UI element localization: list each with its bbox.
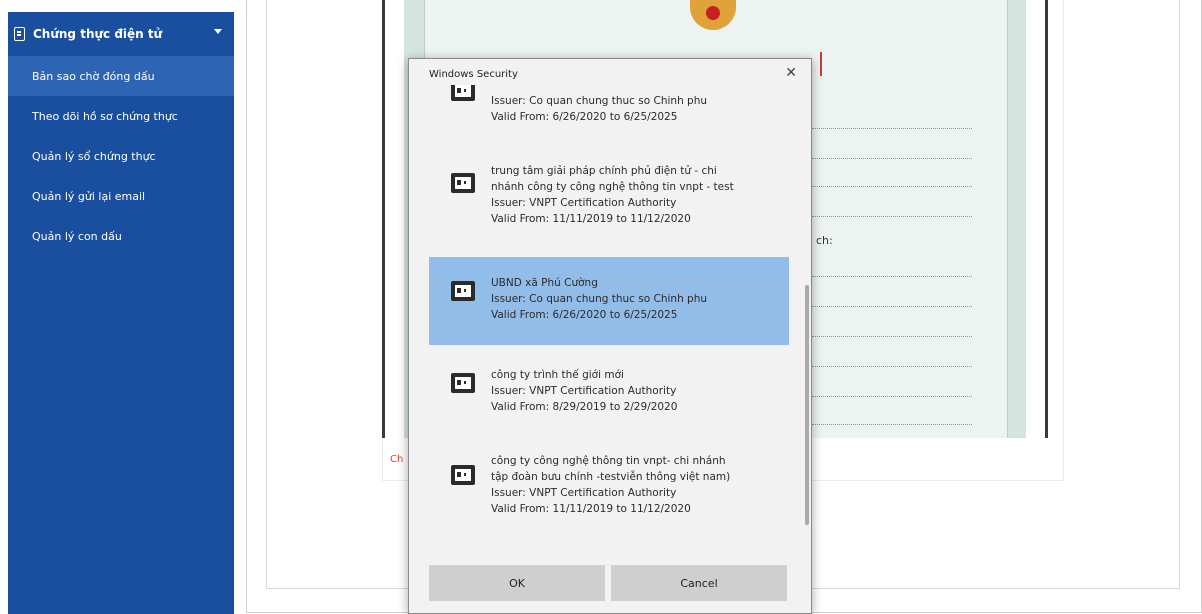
certificate-item[interactable]: Issuer: Co quan chung thuc so Chinh phu … xyxy=(429,85,789,141)
dotted-line xyxy=(812,396,972,397)
certificate-details: công ty công nghệ thông tin vnpt- chi nh… xyxy=(491,453,730,517)
certificate-icon xyxy=(451,281,475,301)
certificate-icon xyxy=(451,173,475,193)
emblem-star xyxy=(706,6,720,20)
certificate-validity: Valid From: 11/11/2019 to 11/12/2020 xyxy=(491,213,691,225)
dotted-line xyxy=(812,216,972,217)
sidebar-item-certification-book[interactable]: Quản lý sổ chứng thực xyxy=(8,136,234,176)
certificate-details: công ty trình thế giới mới Issuer: VNPT … xyxy=(491,367,677,415)
sidebar-section-label: Chứng thực điện tử xyxy=(33,27,163,41)
certificate-subject: công ty trình thế giới mới xyxy=(491,369,624,381)
dotted-line xyxy=(812,366,972,367)
dotted-line xyxy=(812,336,972,337)
dialog-button-row: OK Cancel xyxy=(429,565,791,601)
sidebar-item-label: Theo dõi hồ sơ chứng thực xyxy=(32,109,178,123)
certificate-icon xyxy=(451,373,475,393)
certificate-subject: công ty công nghệ thông tin vnpt- chi nh… xyxy=(491,455,726,467)
certificate-subject: nhánh công ty công nghệ thông tin vnpt -… xyxy=(491,181,734,193)
certificate-heading-mark xyxy=(812,52,822,76)
ok-button[interactable]: OK xyxy=(429,565,605,601)
certificate-issuer: Issuer: Co quan chung thuc so Chinh phu xyxy=(491,293,708,305)
dotted-line xyxy=(812,128,972,129)
sidebar-item-label: Quản lý sổ chứng thực xyxy=(32,149,156,163)
dotted-line xyxy=(812,186,972,187)
certificate-item[interactable]: trung tâm giải pháp chính phủ điện tử - … xyxy=(429,141,789,245)
certificate-subject: trung tâm giải pháp chính phủ điện tử - … xyxy=(491,165,717,177)
certificate-issuer: Issuer: VNPT Certification Authority xyxy=(491,385,677,397)
sidebar-item-label: Quản lý gửi lại email xyxy=(32,189,146,203)
certificate-subject: tập đoàn bưu chính -testviễn thông việt … xyxy=(491,471,731,483)
dotted-line xyxy=(812,424,972,425)
chevron-down-icon xyxy=(214,29,222,34)
sidebar-item-label: Bản sao chờ đóng dấu xyxy=(32,69,155,83)
certificate-details: UBND xã Phú Cường Issuer: Co quan chung … xyxy=(491,275,707,323)
certificate-list: Issuer: Co quan chung thuc so Chinh phu … xyxy=(429,85,791,551)
dotted-line xyxy=(812,276,972,277)
cancel-button[interactable]: Cancel xyxy=(611,565,787,601)
certificate-item[interactable]: công ty trình thế giới mới Issuer: VNPT … xyxy=(429,353,789,433)
certificate-details: trung tâm giải pháp chính phủ điện tử - … xyxy=(491,163,734,227)
sidebar-item-resend-email[interactable]: Quản lý gửi lại email xyxy=(8,176,234,216)
certificate-item[interactable]: công ty công nghệ thông tin vnpt- chi nh… xyxy=(429,441,789,545)
sidebar-item-track-records[interactable]: Theo dõi hồ sơ chứng thực xyxy=(8,96,234,136)
certificate-issuer: Issuer: Co quan chung thuc so Chinh phu xyxy=(491,95,708,107)
document-icon xyxy=(14,27,25,41)
dotted-line xyxy=(812,158,972,159)
windows-security-dialog: Windows Security ✕ Issuer: Co quan chung… xyxy=(408,58,812,614)
certificate-issuer: Issuer: VNPT Certification Authority xyxy=(491,197,677,209)
partial-label: Ch xyxy=(390,454,404,465)
certificate-item-selected[interactable]: UBND xã Phú Cường Issuer: Co quan chung … xyxy=(429,257,789,345)
sidebar: Chứng thực điện tử Bản sao chờ đóng dấu … xyxy=(8,12,234,614)
certificate-icon xyxy=(451,85,475,101)
dialog-title: Windows Security xyxy=(429,69,518,80)
certificate-validity: Valid From: 6/26/2020 to 6/25/2025 xyxy=(491,309,678,321)
certificate-validity: Valid From: 11/11/2019 to 11/12/2020 xyxy=(491,503,691,515)
certificate-issuer: Issuer: VNPT Certification Authority xyxy=(491,487,677,499)
certificate-subject: UBND xã Phú Cường xyxy=(491,277,598,289)
certificate-details: Issuer: Co quan chung thuc so Chinh phu … xyxy=(491,93,707,125)
sidebar-item-seal-management[interactable]: Quản lý con dấu xyxy=(8,216,234,256)
sidebar-item-label: Quản lý con dấu xyxy=(32,229,122,243)
list-scrollbar[interactable] xyxy=(805,285,809,525)
certificate-field-fragment: ch: xyxy=(816,234,833,247)
certificate-validity: Valid From: 6/26/2020 to 6/25/2025 xyxy=(491,111,678,123)
sidebar-section-header[interactable]: Chứng thực điện tử xyxy=(8,12,234,56)
dotted-line xyxy=(812,306,972,307)
certificate-icon xyxy=(451,465,475,485)
certificate-validity: Valid From: 8/29/2019 to 2/29/2020 xyxy=(491,401,678,413)
sidebar-item-pending-seal[interactable]: Bản sao chờ đóng dấu xyxy=(8,56,234,96)
close-icon[interactable]: ✕ xyxy=(785,66,797,80)
